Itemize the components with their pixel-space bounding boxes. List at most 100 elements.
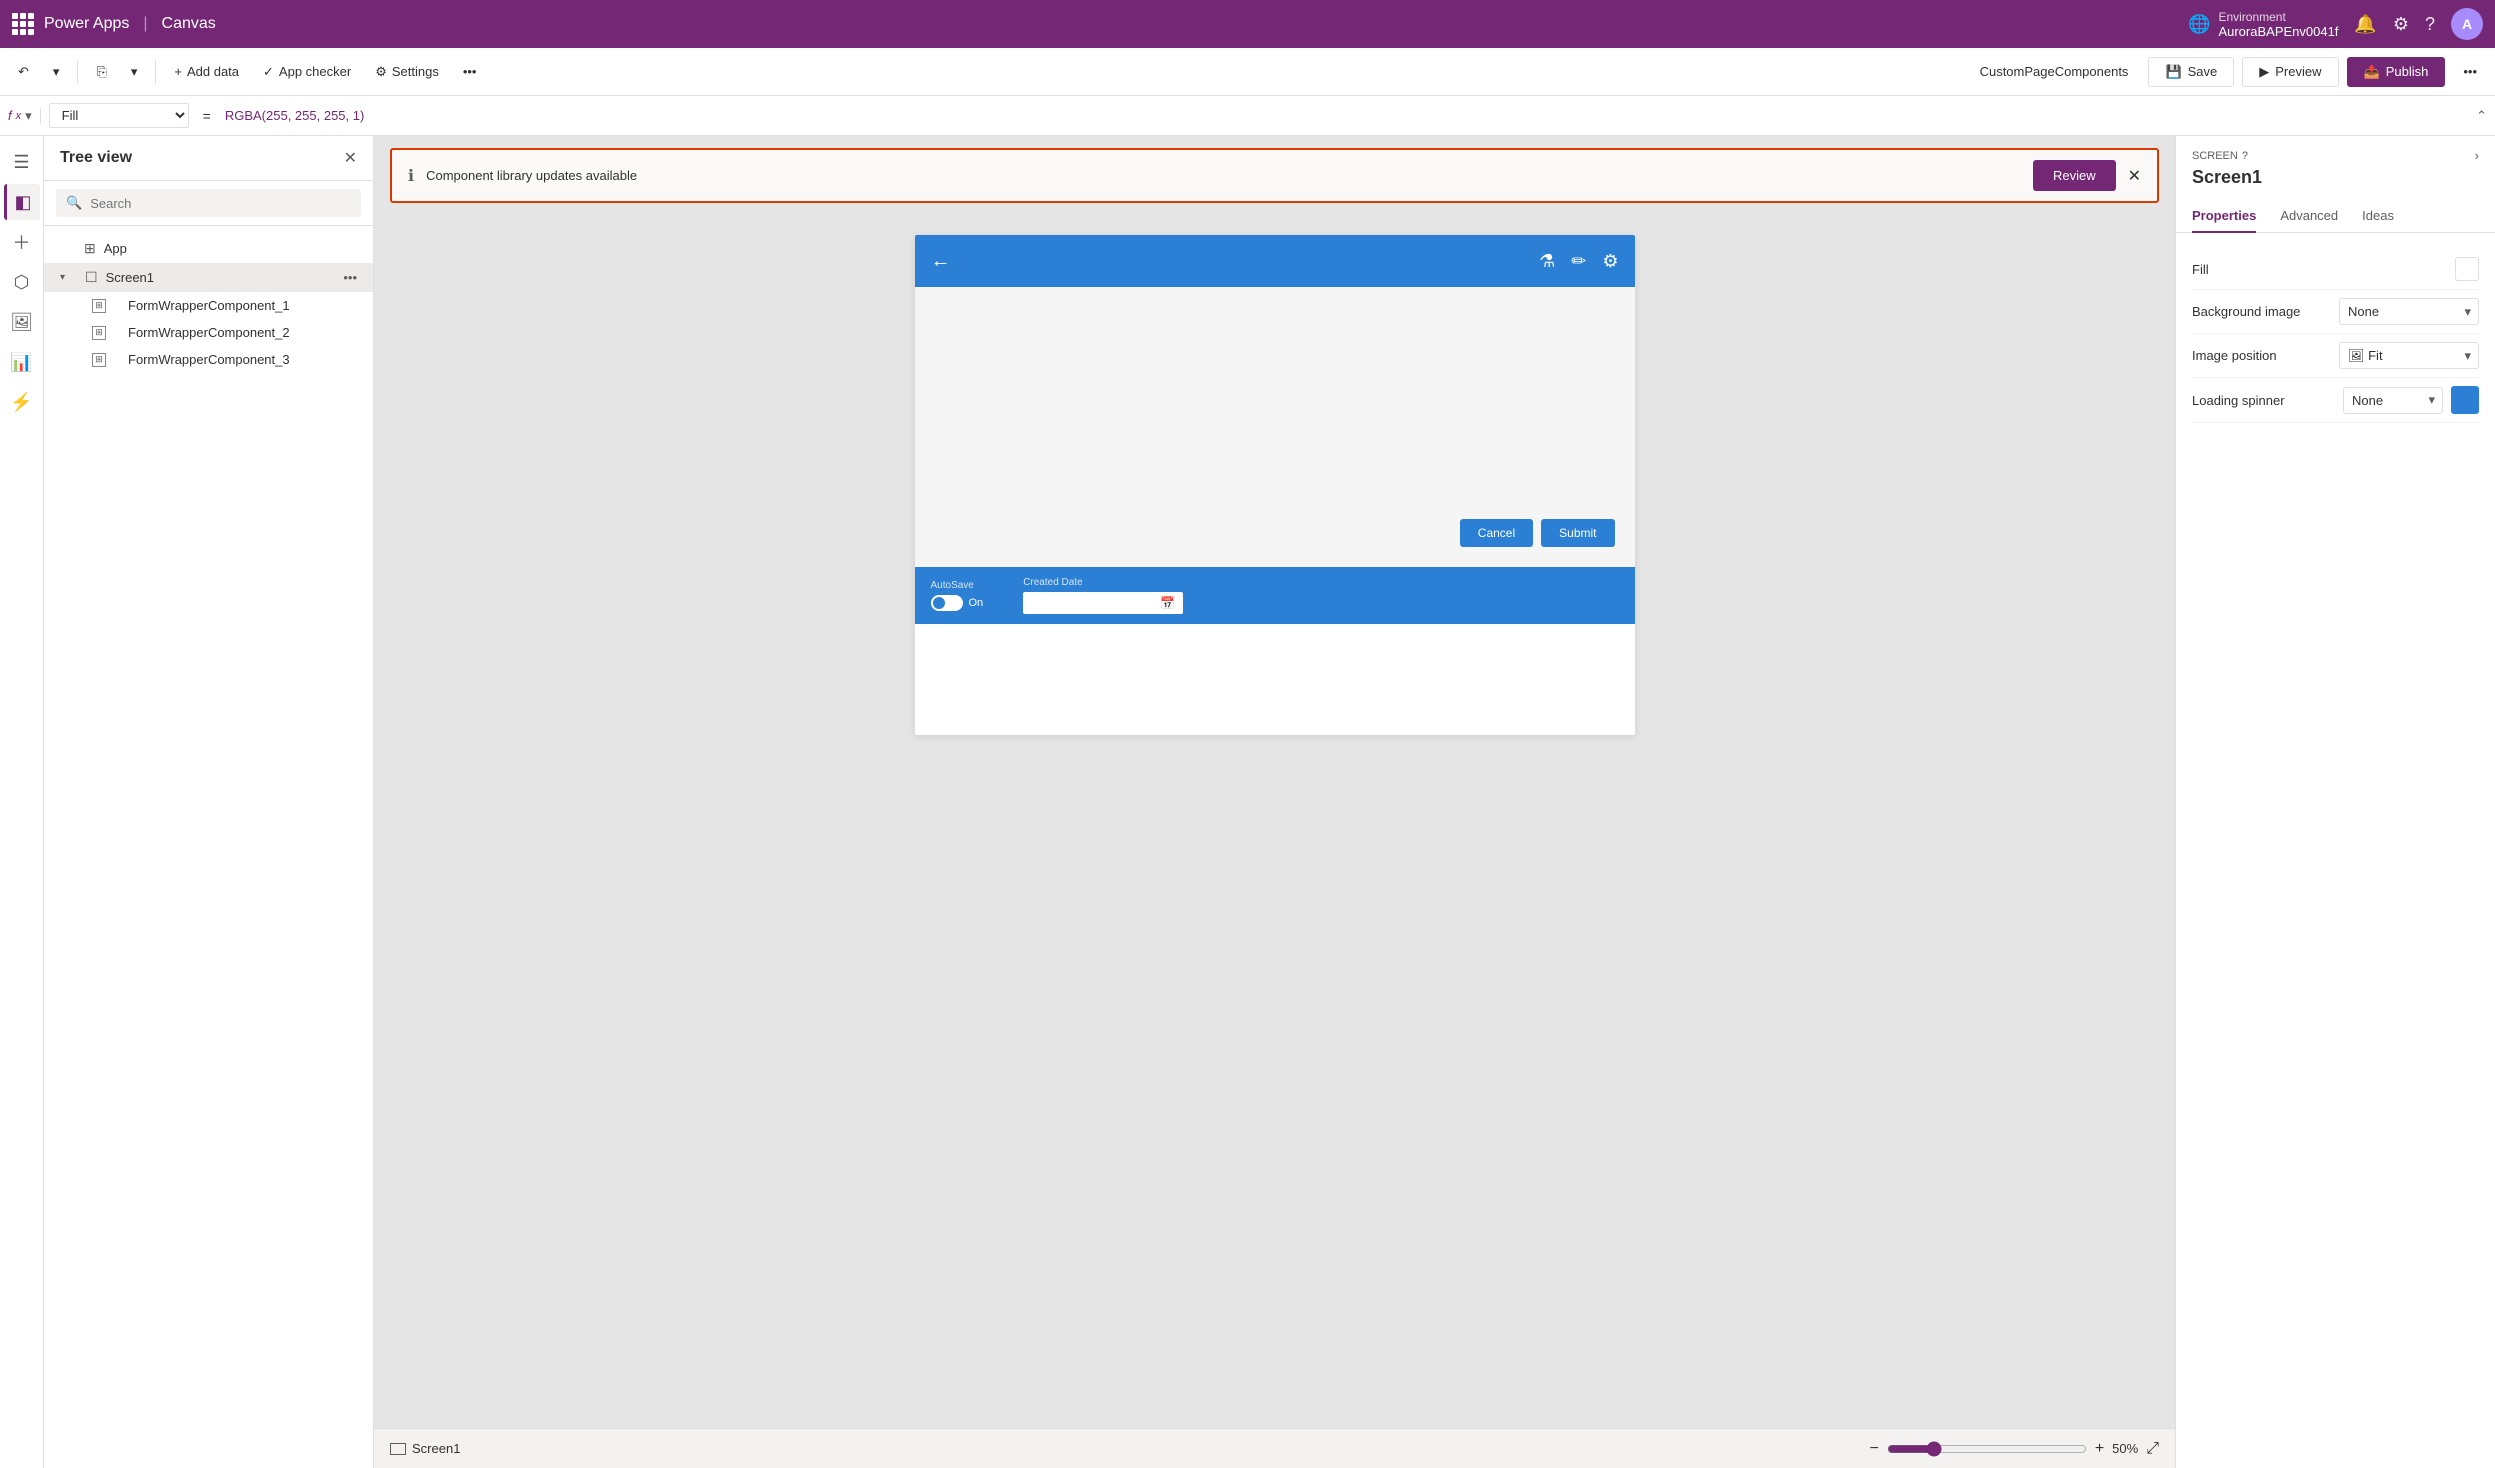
right-panel-expand-button[interactable]: › [2475, 148, 2479, 163]
component-icon-3: ⊞ [92, 353, 106, 367]
formula-dropdown-icon[interactable]: ▾ [25, 108, 32, 124]
tab-advanced[interactable]: Advanced [2280, 200, 2338, 233]
autosave-toggle[interactable] [931, 595, 963, 611]
app-icon: ⊞ [84, 240, 96, 257]
save-icon: 💾 [2165, 64, 2181, 80]
checker-icon: ✓ [263, 64, 274, 80]
save-button[interactable]: 💾 Save [2148, 57, 2234, 87]
copy-button[interactable]: ⎘ [86, 59, 116, 85]
component2-label: FormWrapperComponent_2 [128, 325, 357, 340]
sidebar-item-insert[interactable]: ＋ [4, 224, 40, 260]
sidebar-item-actions[interactable]: ⚡ [4, 384, 40, 420]
component3-label: FormWrapperComponent_3 [128, 352, 357, 367]
page-name: CustomPageComponents [1980, 64, 2129, 79]
tree-close-button[interactable]: ✕ [344, 148, 357, 168]
notification-close-button[interactable]: ✕ [2128, 166, 2141, 186]
settings-button[interactable]: ⚙ Settings [365, 59, 449, 85]
help-circle-icon[interactable]: ? [2242, 150, 2248, 162]
bg-image-value: None [2339, 298, 2479, 325]
formula-input[interactable] [225, 108, 2468, 123]
publish-button[interactable]: 📤 Publish [2347, 57, 2446, 87]
zoom-out-button[interactable]: − [1869, 1440, 1878, 1458]
help-icon[interactable]: ? [2425, 14, 2435, 35]
fullscreen-icon[interactable]: ⤢ [2146, 1440, 2159, 1458]
sidebar-item-analytics[interactable]: 📊 [4, 344, 40, 380]
zoom-slider[interactable] [1887, 1441, 2087, 1457]
edit-icon[interactable]: ✏ [1571, 251, 1586, 272]
back-button[interactable]: ← [931, 250, 951, 273]
screen-label-right: SCREEN ? [2192, 150, 2248, 162]
search-icon: 🔍 [66, 195, 82, 211]
tree-item-component3[interactable]: ⊞ FormWrapperComponent_3 [44, 346, 373, 373]
notification-icon[interactable]: 🔔 [2354, 14, 2376, 35]
preview-button[interactable]: ▶ Preview [2242, 57, 2338, 87]
property-selector[interactable]: Fill [49, 103, 189, 128]
formula-expand-button[interactable]: ⌃ [2476, 108, 2487, 124]
review-button[interactable]: Review [2033, 160, 2116, 191]
formula-bar: fx ▾ Fill = ⌃ [0, 96, 2495, 136]
image-position-value: 🖼 Fit [2339, 342, 2479, 369]
screen-footer: AutoSave On Created Date 📅 [915, 567, 1635, 624]
top-bar: Power Apps | Canvas 🌐 Environment Aurora… [0, 0, 2495, 48]
submit-button[interactable]: Submit [1541, 519, 1614, 547]
panel-content: Fill Background image None Image positio… [2176, 233, 2495, 1468]
screen-icon: ☐ [85, 269, 98, 286]
autosave-field: AutoSave On [931, 580, 984, 611]
app-title: Power Apps | Canvas [44, 15, 216, 33]
screen-header-icons: ⚗ ✏ ⚙ [1539, 251, 1618, 272]
screen1-more-button[interactable]: ••• [343, 270, 357, 285]
date-input[interactable]: 📅 [1023, 592, 1183, 614]
sidebar-item-data[interactable]: ⬡ [4, 264, 40, 300]
tree-item-app[interactable]: ⊞ App [44, 234, 373, 263]
tree-item-component1[interactable]: ⊞ FormWrapperComponent_1 [44, 292, 373, 319]
undo-button[interactable]: ↶ [8, 59, 39, 85]
equals-sign: = [197, 108, 217, 124]
tree-content: ⊞ App ▾ ☐ Screen1 ••• ⊞ FormWrapperCompo… [44, 226, 373, 1468]
bg-image-select[interactable]: None [2339, 298, 2479, 325]
loading-spinner-select[interactable]: None [2343, 387, 2443, 414]
undo-dropdown[interactable]: ▾ [43, 59, 70, 85]
calendar-icon: 📅 [1160, 596, 1175, 610]
sidebar-item-layers[interactable]: ◧ [4, 184, 40, 220]
tab-properties[interactable]: Properties [2192, 200, 2256, 233]
main-layout: ☰ ◧ ＋ ⬡ 🖼 📊 ⚡ Tree view ✕ 🔍 ⊞ App [0, 136, 2495, 1468]
panel-tabs: Properties Advanced Ideas [2176, 200, 2495, 233]
fill-value [2455, 257, 2479, 281]
loading-spinner-label: Loading spinner [2192, 393, 2285, 408]
plus-icon: + [174, 64, 182, 79]
more-button[interactable]: ••• [453, 59, 487, 84]
gear-header-icon[interactable]: ⚙ [1602, 251, 1618, 272]
search-input[interactable] [90, 196, 351, 211]
zoom-in-button[interactable]: + [2095, 1440, 2104, 1458]
bg-image-label: Background image [2192, 304, 2300, 319]
cancel-button[interactable]: Cancel [1460, 519, 1533, 547]
tree-item-screen1[interactable]: ▾ ☐ Screen1 ••• [44, 263, 373, 292]
sidebar-item-media[interactable]: 🖼 [4, 304, 40, 340]
loading-spinner-color-btn[interactable] [2451, 386, 2479, 414]
tab-ideas[interactable]: Ideas [2362, 200, 2394, 233]
side-nav: ☰ ◧ ＋ ⬡ 🖼 📊 ⚡ [0, 136, 44, 1468]
avatar[interactable]: A [2451, 8, 2483, 40]
screen-footer-label: Screen1 [390, 1441, 460, 1456]
copy-dropdown[interactable]: ▾ [121, 59, 148, 85]
settings-icon[interactable]: ⚙ [2393, 14, 2409, 35]
separator-1 [77, 60, 78, 84]
fill-color-swatch[interactable] [2455, 257, 2479, 281]
app-checker-button[interactable]: ✓ App checker [253, 59, 361, 85]
separator-2 [155, 60, 156, 84]
bg-image-property-row: Background image None [2192, 290, 2479, 334]
search-box: 🔍 [56, 189, 361, 217]
sidebar-item-menu[interactable]: ☰ [4, 144, 40, 180]
waffle-menu[interactable] [12, 13, 34, 35]
zoom-controls: − + 50% ⤢ [1869, 1440, 2159, 1458]
filter-icon[interactable]: ⚗ [1539, 251, 1555, 272]
add-data-button[interactable]: + Add data [164, 59, 249, 84]
canvas-screen: ← ⚗ ✏ ⚙ Cancel Submit [915, 235, 1635, 735]
image-position-select[interactable]: 🖼 Fit [2339, 342, 2479, 369]
toolbar-more-button[interactable]: ••• [2453, 59, 2487, 84]
tree-item-component2[interactable]: ⊞ FormWrapperComponent_2 [44, 319, 373, 346]
upload-icon: 📤 [2364, 64, 2380, 80]
tree-title: Tree view [60, 149, 132, 167]
notification-text: Component library updates available [426, 168, 2021, 183]
right-panel: SCREEN ? › Screen1 Properties Advanced I… [2175, 136, 2495, 1468]
